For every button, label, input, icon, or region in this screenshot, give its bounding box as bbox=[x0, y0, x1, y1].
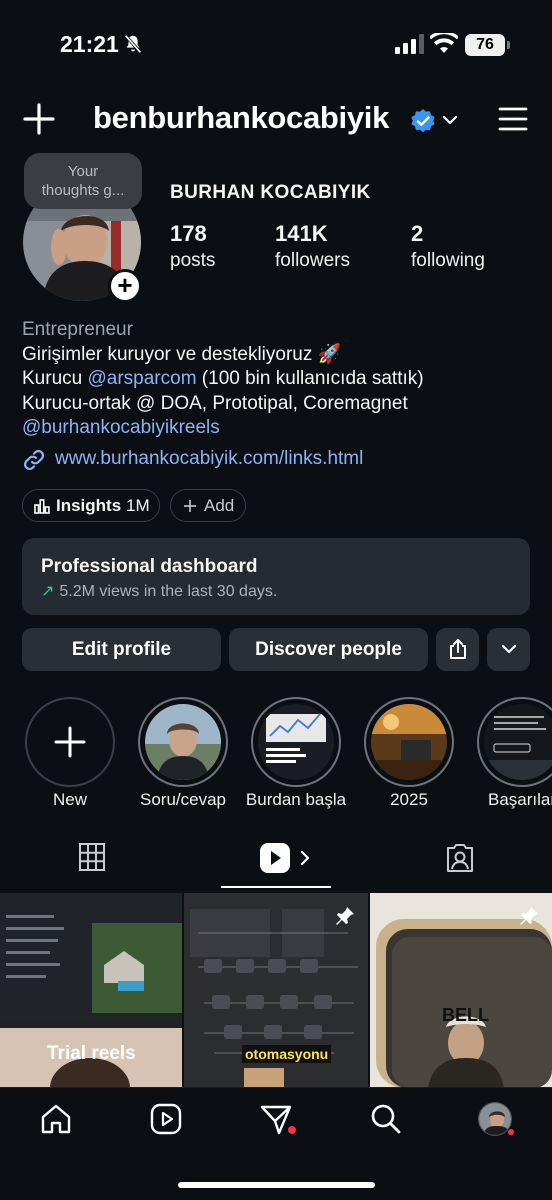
active-tab-indicator bbox=[221, 886, 331, 888]
stat-label: following bbox=[411, 250, 485, 271]
highlight-cover-image bbox=[145, 704, 221, 780]
post-caption: otomasyonu bbox=[242, 1045, 332, 1063]
pin-icon bbox=[336, 907, 354, 925]
stat-value: 2 bbox=[411, 221, 424, 246]
status-time: 21:21 bbox=[60, 31, 119, 57]
trial-reels-label: Trial reels bbox=[47, 1043, 136, 1064]
bio-text: Kurucu bbox=[22, 368, 88, 389]
message-notification-dot bbox=[288, 1126, 296, 1134]
plus-icon bbox=[184, 500, 196, 512]
wifi-icon bbox=[430, 33, 458, 53]
dashboard-views: 5.2M views in the last 30 days. bbox=[59, 583, 278, 600]
stat-value: 141K bbox=[275, 221, 328, 246]
website-url: www.burhankocabiyik.com/links.html bbox=[55, 448, 364, 469]
stat-posts[interactable]: 178 posts bbox=[170, 221, 215, 272]
bar-chart-icon bbox=[34, 499, 50, 514]
highlight-cover bbox=[258, 704, 334, 780]
post-sign-text: BELL bbox=[442, 1005, 489, 1025]
highlight-cover bbox=[371, 704, 447, 780]
highlight-cover-image bbox=[258, 704, 334, 780]
chevron-down-icon[interactable] bbox=[441, 112, 459, 128]
highlight-label: New bbox=[52, 790, 87, 809]
share-button[interactable] bbox=[436, 628, 479, 671]
highlight-cover bbox=[145, 704, 221, 780]
more-options-button[interactable] bbox=[487, 628, 530, 671]
insights-pill[interactable]: Insights 1M bbox=[22, 489, 160, 522]
hamburger-menu-icon[interactable] bbox=[497, 104, 529, 134]
highlight-item[interactable] bbox=[251, 697, 341, 787]
add-pill[interactable]: Add bbox=[170, 489, 246, 522]
stat-value: 178 bbox=[170, 221, 207, 246]
tagged-tab-icon[interactable] bbox=[444, 842, 476, 874]
dashboard-subtitle: ↗ 5.2M views in the last 30 days. bbox=[41, 581, 277, 601]
chevron-down-icon bbox=[501, 644, 516, 654]
status-bar: 21:21 76 bbox=[0, 0, 552, 90]
highlight-cover-image bbox=[371, 704, 447, 780]
highlight-label: Burdan başla bbox=[245, 790, 347, 809]
grid-post-trial-reels[interactable]: Trial reels bbox=[0, 893, 182, 1088]
plus-icon bbox=[54, 726, 86, 758]
highlight-label: Başarılar bbox=[487, 790, 552, 809]
highlight-new-button[interactable] bbox=[25, 697, 115, 787]
highlight-item[interactable] bbox=[364, 697, 454, 787]
battery-indicator: 76 bbox=[465, 34, 510, 56]
profile-full-name: BURHAN KOCABIYIK bbox=[170, 182, 371, 203]
verified-badge-icon bbox=[411, 109, 435, 133]
bio-line: Kurucu-ortak @ DOA, Prototipal, Coremagn… bbox=[22, 392, 408, 414]
bio-line: Girişimler kuruyor ve destekliyoruz 🚀 bbox=[22, 343, 342, 365]
add-label: Add bbox=[204, 496, 235, 515]
bio-category: Entrepreneur bbox=[22, 319, 133, 340]
highlight-item[interactable] bbox=[477, 697, 552, 787]
pin-icon bbox=[520, 907, 538, 925]
bio-text: (100 bin kullanıcıda sattık) bbox=[196, 368, 424, 389]
profile-bio: Entrepreneur Girişimler kuruyor ve deste… bbox=[22, 318, 424, 441]
home-icon[interactable] bbox=[39, 1102, 73, 1136]
highlight-label: Soru/cevap bbox=[140, 790, 226, 809]
highlight-label: 2025 bbox=[390, 790, 428, 809]
search-icon[interactable] bbox=[369, 1102, 403, 1136]
bio-line: Kurucu @arsparcom (100 bin kullanıcıda s… bbox=[22, 367, 424, 392]
highlight-cover-image bbox=[484, 704, 552, 780]
professional-dashboard[interactable]: Professional dashboard ↗ 5.2M views in th… bbox=[22, 538, 530, 615]
trend-up-icon: ↗ bbox=[41, 583, 55, 600]
stat-followers[interactable]: 141K followers bbox=[275, 221, 350, 272]
profile-username[interactable]: benburhankocabiyik bbox=[93, 100, 389, 136]
cellular-signal-icon bbox=[395, 34, 424, 54]
note-text: Your thoughts g... bbox=[41, 163, 125, 199]
grid-tab-icon[interactable] bbox=[78, 842, 106, 872]
dashboard-title: Professional dashboard bbox=[41, 556, 258, 577]
stat-label: posts bbox=[170, 250, 216, 271]
reels-tab-icon[interactable] bbox=[258, 842, 316, 874]
highlight-cover bbox=[484, 704, 552, 780]
create-plus-icon[interactable] bbox=[22, 102, 56, 136]
link-icon bbox=[23, 449, 45, 471]
insights-label: Insights bbox=[56, 496, 122, 515]
stat-following[interactable]: 2 following bbox=[411, 221, 485, 272]
profile-notification-dot bbox=[507, 1128, 515, 1136]
edit-profile-button[interactable]: Edit profile bbox=[22, 628, 221, 671]
home-indicator bbox=[178, 1182, 375, 1188]
insights-count: 1M bbox=[126, 496, 150, 515]
bio-mention-link[interactable]: @arsparcom bbox=[87, 368, 196, 389]
discover-people-button[interactable]: Discover people bbox=[229, 628, 428, 671]
bio-mention-link[interactable]: @burhankocabiyikreels bbox=[22, 416, 424, 441]
stat-label: followers bbox=[275, 250, 350, 271]
note-bubble[interactable]: Your thoughts g... bbox=[24, 153, 142, 209]
reels-icon[interactable] bbox=[149, 1102, 183, 1136]
add-story-button[interactable]: + bbox=[108, 269, 142, 303]
bell-muted-icon bbox=[124, 34, 142, 54]
share-icon bbox=[449, 639, 466, 659]
highlight-item[interactable] bbox=[138, 697, 228, 787]
